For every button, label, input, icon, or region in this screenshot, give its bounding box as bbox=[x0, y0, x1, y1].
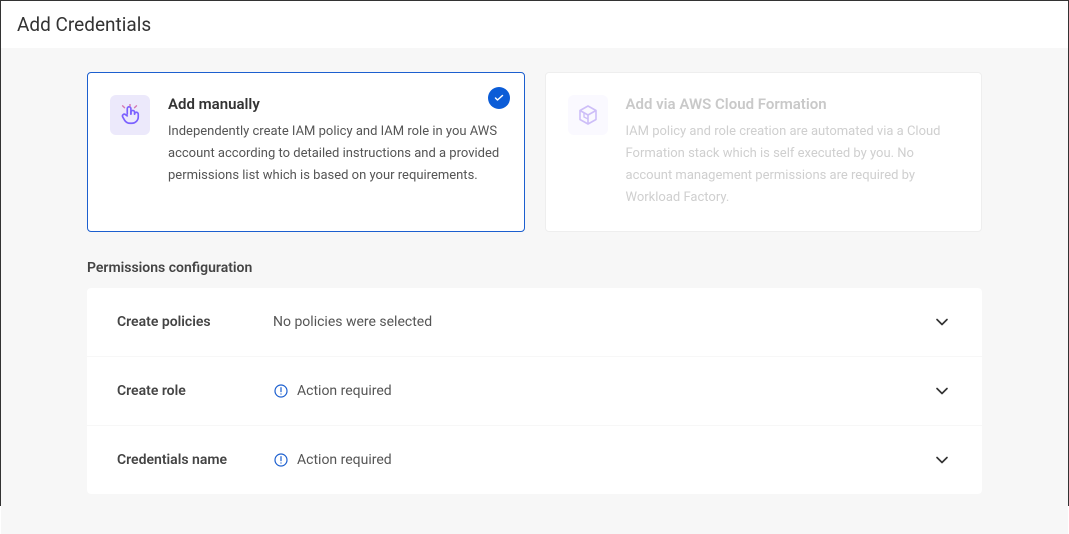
option-cloud-title: Add via AWS Cloud Formation bbox=[626, 95, 960, 113]
row-role-label: Create role bbox=[117, 383, 273, 399]
options-row: Add manually Independently create IAM po… bbox=[87, 72, 982, 232]
row-credentials-label: Credentials name bbox=[117, 452, 273, 468]
manual-icon-box bbox=[110, 95, 150, 135]
row-policies-label: Create policies bbox=[117, 314, 273, 330]
cloud-icon-box bbox=[568, 95, 608, 135]
row-role-value: Action required bbox=[273, 383, 932, 399]
page-header: Add Credentials bbox=[1, 1, 1068, 48]
row-create-role[interactable]: Create role Action required bbox=[87, 357, 982, 426]
chevron-down-icon bbox=[932, 450, 952, 470]
row-credentials-name[interactable]: Credentials name Action required bbox=[87, 426, 982, 494]
row-credentials-value: Action required bbox=[273, 452, 932, 468]
option-manual-title: Add manually bbox=[168, 95, 502, 113]
config-list: Create policies No policies were selecte… bbox=[87, 288, 982, 494]
chevron-down-icon bbox=[932, 381, 952, 401]
section-label: Permissions configuration bbox=[87, 260, 982, 276]
content-area: Add manually Independently create IAM po… bbox=[1, 48, 1068, 534]
selected-check-icon bbox=[488, 87, 510, 109]
option-add-via-cloudformation[interactable]: Add via AWS Cloud Formation IAM policy a… bbox=[545, 72, 983, 232]
page-title: Add Credentials bbox=[17, 13, 1052, 36]
alert-circle-icon bbox=[273, 383, 289, 399]
row-create-policies[interactable]: Create policies No policies were selecte… bbox=[87, 288, 982, 357]
option-add-manually[interactable]: Add manually Independently create IAM po… bbox=[87, 72, 525, 232]
option-cloud-description: IAM policy and role creation are automat… bbox=[626, 121, 960, 209]
option-manual-description: Independently create IAM policy and IAM … bbox=[168, 121, 502, 187]
row-policies-value: No policies were selected bbox=[273, 314, 932, 330]
pointer-icon bbox=[119, 104, 141, 126]
chevron-down-icon bbox=[932, 312, 952, 332]
cube-icon bbox=[576, 103, 600, 127]
alert-circle-icon bbox=[273, 452, 289, 468]
